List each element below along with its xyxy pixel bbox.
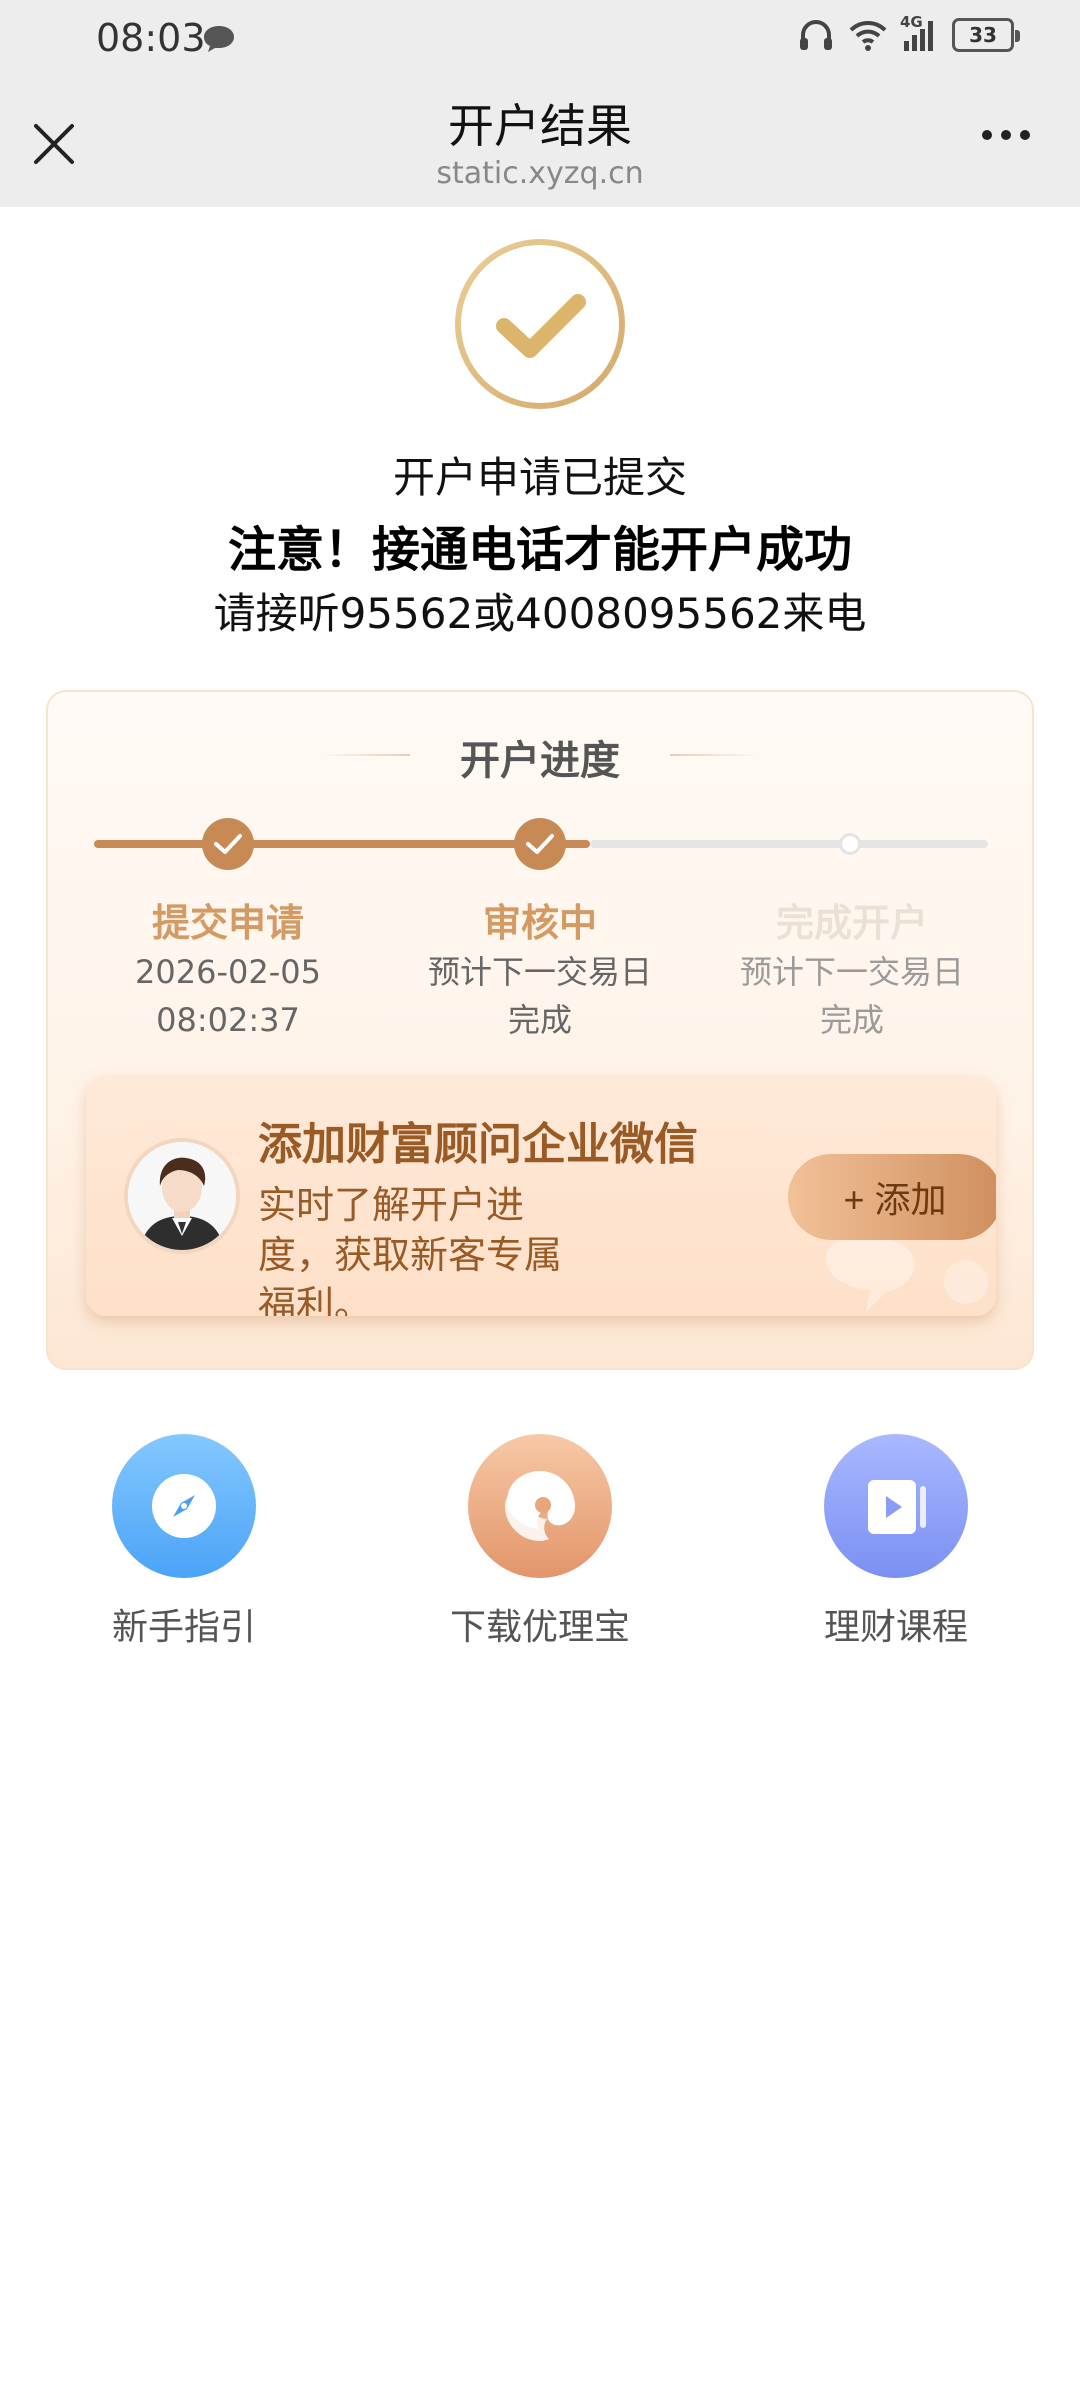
step-1-dot bbox=[202, 818, 254, 870]
progress-title: 开户进度 bbox=[460, 738, 620, 784]
headphones-icon bbox=[800, 20, 832, 50]
page-url: static.xyzq.cn bbox=[436, 156, 644, 191]
app-logo-glyph bbox=[505, 1471, 575, 1541]
step-3-detail: 预计下一交易日 完成 bbox=[702, 948, 1002, 1044]
shortcut-label: 下载优理宝 bbox=[449, 1607, 630, 1648]
title-divider-right bbox=[670, 754, 760, 756]
shortcut-finance-course[interactable]: 理财课程 bbox=[766, 1434, 1026, 1650]
step-2-eta-suffix: 完成 bbox=[507, 1001, 572, 1039]
shortcut-beginner-guide[interactable]: 新手指引 bbox=[54, 1434, 314, 1650]
more-button[interactable] bbox=[982, 130, 1030, 140]
more-icon-dot bbox=[1001, 130, 1011, 140]
status-icons: 4G 33 bbox=[798, 13, 1020, 52]
step-2-label: 审核中 bbox=[482, 901, 597, 945]
check-icon bbox=[526, 834, 554, 854]
video-course-glyph bbox=[868, 1480, 926, 1534]
compass-icon bbox=[112, 1434, 256, 1578]
wechat-banner-title: 添加财富顾问企业微信 bbox=[258, 1119, 698, 1170]
advisor-avatar-icon bbox=[128, 1142, 236, 1250]
phone-note-text: 请接听95562或4008095562来电 bbox=[213, 589, 867, 638]
notice-text: 注意！接通电话才能开户成功 bbox=[227, 522, 852, 578]
step-2-detail: 预计下一交易日 完成 bbox=[390, 948, 690, 1044]
message-icon bbox=[204, 26, 234, 52]
shortcut-label: 新手指引 bbox=[111, 1607, 256, 1648]
success-check-icon bbox=[455, 239, 625, 409]
battery-level: 33 bbox=[969, 23, 997, 47]
advisor-avatar bbox=[124, 1138, 240, 1254]
shortcut-label: 理财课程 bbox=[823, 1607, 968, 1648]
step-3-dot bbox=[839, 833, 861, 855]
step-1-date: 2026-02-05 bbox=[135, 953, 321, 991]
step-3-label: 完成开户 bbox=[775, 901, 928, 945]
step-2-dot bbox=[514, 818, 566, 870]
wifi-icon bbox=[849, 20, 887, 51]
more-icon-dot bbox=[1020, 130, 1030, 140]
more-icon bbox=[982, 130, 992, 140]
step-3-eta-suffix: 完成 bbox=[819, 1001, 884, 1039]
shortcut-download-app[interactable]: 下载优理宝 bbox=[410, 1434, 670, 1650]
check-icon bbox=[214, 834, 242, 854]
app-logo-icon bbox=[468, 1434, 612, 1578]
battery-icon: 33 bbox=[952, 18, 1020, 52]
step-1-detail: 2026-02-05 08:02:37 bbox=[78, 948, 378, 1044]
video-course-icon bbox=[824, 1434, 968, 1578]
page-title: 开户结果 bbox=[448, 99, 632, 153]
submitted-text: 开户申请已提交 bbox=[392, 453, 687, 502]
progress-card: 开户进度 提交申请 2026-02-05 08:02:37 审核中 预计下一交易… bbox=[46, 690, 1034, 1370]
step-1-time: 08:02:37 bbox=[156, 1001, 300, 1039]
status-time: 08:03 bbox=[96, 16, 206, 60]
add-wechat-button[interactable]: + 添加 bbox=[788, 1154, 996, 1240]
network-type: 4G bbox=[900, 13, 923, 31]
cellular-signal: 4G bbox=[900, 13, 938, 51]
top-bar: 08:03 4G 33 开户结果 static.xyzq.cn bbox=[0, 0, 1080, 207]
compass-glyph bbox=[152, 1474, 216, 1538]
wechat-banner-desc: 实时了解开户进度，获取新客专属福利。 bbox=[258, 1183, 563, 1316]
wechat-advisor-banner[interactable]: 添加财富顾问企业微信 实时了解开户进度，获取新客专属福利。 + 添加 bbox=[86, 1076, 996, 1316]
progress-track-pending bbox=[590, 840, 988, 848]
step-2-eta: 预计下一交易日 bbox=[427, 953, 652, 991]
step-3-eta: 预计下一交易日 bbox=[739, 953, 964, 991]
step-1-label: 提交申请 bbox=[151, 901, 304, 945]
